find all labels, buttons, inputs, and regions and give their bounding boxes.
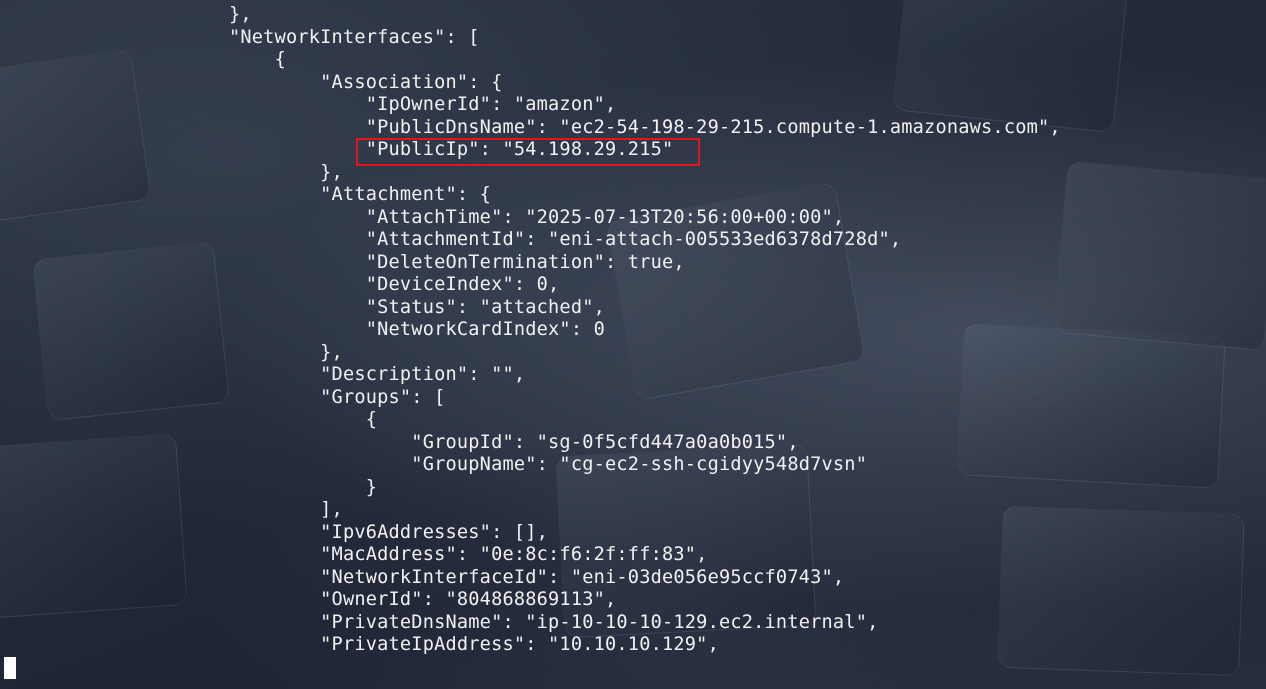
- json-line: "Description": "",: [229, 364, 526, 385]
- json-line: "NetworkInterfaces": [: [229, 27, 480, 48]
- json-line: "NetworkCardIndex": 0: [229, 319, 606, 340]
- json-line: "MacAddress": "0e:8c:f6:2f:ff:83",: [229, 544, 708, 565]
- public-ip-highlight-box: [356, 138, 700, 166]
- json-line: }: [229, 477, 378, 498]
- json-line: "Status": "attached",: [229, 297, 606, 318]
- json-line: "Groups": [: [229, 387, 446, 408]
- json-line: "Association": {: [229, 72, 503, 93]
- json-line: "GroupName": "cg-ec2-ssh-cgidyy548d7vsn": [229, 454, 868, 475]
- json-line: {: [229, 409, 378, 430]
- json-line: "IpOwnerId": "amazon",: [229, 94, 617, 115]
- terminal-cursor: [4, 657, 16, 679]
- json-line: "NetworkInterfaceId": "eni-03de056e95ccf…: [229, 567, 845, 588]
- json-line: "DeviceIndex": 0,: [229, 274, 560, 295]
- json-line: },: [229, 342, 343, 363]
- json-line: },: [229, 4, 252, 25]
- json-line: "DeleteOnTermination": true,: [229, 252, 685, 273]
- json-line: "AttachmentId": "eni-attach-005533ed6378…: [229, 229, 902, 250]
- json-line: "AttachTime": "2025-07-13T20:56:00+00:00…: [229, 207, 845, 228]
- json-line: "Attachment": {: [229, 184, 492, 205]
- json-line: "Ipv6Addresses": [],: [229, 522, 549, 543]
- terminal-output[interactable]: }, "NetworkInterfaces": [ { "Association…: [0, 0, 1266, 689]
- json-line: },: [229, 162, 343, 183]
- json-line: "OwnerId": "804868869113",: [229, 589, 617, 610]
- json-line: ],: [229, 499, 343, 520]
- json-line: "PrivateIpAddress": "10.10.10.129",: [229, 634, 719, 655]
- json-line: {: [229, 49, 286, 70]
- json-line: "PublicDnsName": "ec2-54-198-29-215.comp…: [229, 117, 1061, 138]
- json-line: "GroupId": "sg-0f5cfd447a0a0b015",: [229, 432, 799, 453]
- json-line: "PrivateDnsName": "ip-10-10-10-129.ec2.i…: [229, 612, 879, 633]
